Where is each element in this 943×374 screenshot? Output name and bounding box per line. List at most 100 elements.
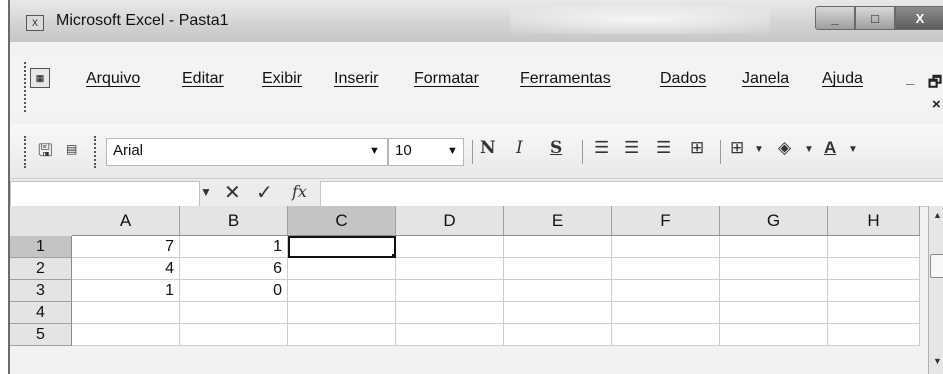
cell-g1[interactable]	[720, 236, 828, 258]
cell-b2[interactable]: 6	[180, 258, 288, 280]
toolbar-options-icon[interactable]: ▤	[66, 142, 77, 156]
column-header-g[interactable]: G	[720, 206, 828, 236]
fill-color-chevron-down-icon[interactable]: ▼	[804, 144, 814, 155]
cell-f2[interactable]	[612, 258, 720, 280]
merge-center-icon[interactable]: ⊞	[690, 138, 704, 158]
cancel-formula-button[interactable]: ✕	[224, 180, 241, 205]
row-header-2[interactable]: 2	[10, 258, 72, 280]
row-header-3[interactable]: 3	[10, 280, 72, 302]
bold-button[interactable]: N	[480, 138, 496, 158]
maximize-button[interactable]: □	[855, 6, 895, 30]
cell-g2[interactable]	[720, 258, 828, 280]
menu-dados[interactable]: Dados	[660, 70, 706, 88]
vertical-scrollbar[interactable]: ▲ ▼	[928, 206, 943, 374]
menu-inserir[interactable]: Inserir	[334, 70, 378, 88]
italic-button[interactable]: I	[516, 138, 523, 158]
cell-g5[interactable]	[720, 324, 828, 346]
cell-b3[interactable]: 0	[180, 280, 288, 302]
document-icon[interactable]: ▦	[30, 68, 50, 88]
borders-icon[interactable]: ⊞	[730, 138, 744, 158]
column-header-h[interactable]: H	[828, 206, 920, 236]
font-name-select[interactable]: Arial ▼	[106, 138, 388, 166]
underline-button[interactable]: S	[550, 138, 562, 158]
close-button[interactable]: X	[895, 6, 943, 30]
row-header-1[interactable]: 1	[10, 236, 72, 258]
cell-h3[interactable]	[828, 280, 920, 302]
menu-ajuda[interactable]: Ajuda	[822, 70, 863, 88]
cell-c5[interactable]	[288, 324, 396, 346]
font-color-chevron-down-icon[interactable]: ▼	[848, 144, 858, 155]
insert-function-button[interactable]: fx	[292, 182, 307, 201]
font-size-select[interactable]: 10 ▼	[388, 138, 464, 166]
toolbar-grip-icon[interactable]	[24, 136, 30, 168]
scroll-down-icon[interactable]: ▼	[931, 356, 943, 370]
column-header-b[interactable]: B	[180, 206, 288, 236]
menu-formatar[interactable]: Formatar	[414, 70, 479, 88]
cell-e5[interactable]	[504, 324, 612, 346]
scrollbar-thumb[interactable]	[930, 254, 943, 278]
cell-g3[interactable]	[720, 280, 828, 302]
menu-exibir[interactable]: Exibir	[262, 70, 302, 88]
doc-close-button[interactable]: ×	[932, 96, 941, 113]
menu-janela[interactable]: Janela	[742, 70, 789, 88]
menu-editar[interactable]: Editar	[182, 70, 224, 88]
doc-restore-button[interactable]: 🗗	[928, 72, 942, 97]
borders-chevron-down-icon[interactable]: ▼	[754, 144, 764, 155]
row-header-5[interactable]: 5	[10, 324, 72, 346]
menu-ferramentas[interactable]: Ferramentas	[520, 70, 611, 88]
cell-e4[interactable]	[504, 302, 612, 324]
row-header-4[interactable]: 4	[10, 302, 72, 324]
fill-color-icon[interactable]: ◈	[778, 138, 791, 158]
toolbar-grip2-icon[interactable]	[94, 136, 100, 168]
cell-d4[interactable]	[396, 302, 504, 324]
cell-f4[interactable]	[612, 302, 720, 324]
cell-b4[interactable]	[180, 302, 288, 324]
cell-h5[interactable]	[828, 324, 920, 346]
cell-h4[interactable]	[828, 302, 920, 324]
cell-f3[interactable]	[612, 280, 720, 302]
cell-f5[interactable]	[612, 324, 720, 346]
cell-d3[interactable]	[396, 280, 504, 302]
font-size-chevron-down-icon[interactable]: ▼	[447, 145, 458, 157]
doc-minimize-button[interactable]: _	[906, 70, 914, 87]
cell-f1[interactable]	[612, 236, 720, 258]
font-color-icon[interactable]: A	[824, 138, 836, 158]
cell-a4[interactable]	[72, 302, 180, 324]
menu-arquivo[interactable]: Arquivo	[86, 70, 140, 88]
cell-b1[interactable]: 1	[180, 236, 288, 258]
align-center-icon[interactable]: ☰	[624, 138, 639, 158]
cell-h1[interactable]	[828, 236, 920, 258]
cell-d2[interactable]	[396, 258, 504, 280]
scroll-up-icon[interactable]: ▲	[931, 210, 943, 224]
cell-a2[interactable]: 4	[72, 258, 180, 280]
cell-h2[interactable]	[828, 258, 920, 280]
align-left-icon[interactable]: ☰	[594, 138, 609, 158]
cell-b5[interactable]	[180, 324, 288, 346]
font-name-chevron-down-icon[interactable]: ▼	[369, 145, 380, 157]
cell-c1[interactable]	[288, 236, 396, 258]
cell-c2[interactable]	[288, 258, 396, 280]
minimize-button[interactable]: _	[815, 6, 855, 30]
cell-e1[interactable]	[504, 236, 612, 258]
cell-e3[interactable]	[504, 280, 612, 302]
cell-g4[interactable]	[720, 302, 828, 324]
cell-a3[interactable]: 1	[72, 280, 180, 302]
cell-a5[interactable]	[72, 324, 180, 346]
cell-d1[interactable]	[396, 236, 504, 258]
name-box-chevron-down-icon[interactable]: ▼	[200, 185, 212, 199]
cell-e2[interactable]	[504, 258, 612, 280]
align-right-icon[interactable]: ☰	[656, 138, 671, 158]
column-header-e[interactable]: E	[504, 206, 612, 236]
excel-app-icon[interactable]: X	[26, 15, 44, 31]
column-header-d[interactable]: D	[396, 206, 504, 236]
select-all-corner[interactable]	[10, 206, 73, 237]
formula-input[interactable]	[320, 181, 943, 207]
enter-formula-button[interactable]: ✓	[256, 180, 273, 205]
cell-c3[interactable]	[288, 280, 396, 302]
column-header-f[interactable]: F	[612, 206, 720, 236]
column-header-c[interactable]: C	[288, 206, 396, 236]
save-icon[interactable]: 🖫	[38, 138, 52, 167]
column-header-a[interactable]: A	[72, 206, 180, 236]
cell-a1[interactable]: 7	[72, 236, 180, 258]
cell-c4[interactable]	[288, 302, 396, 324]
